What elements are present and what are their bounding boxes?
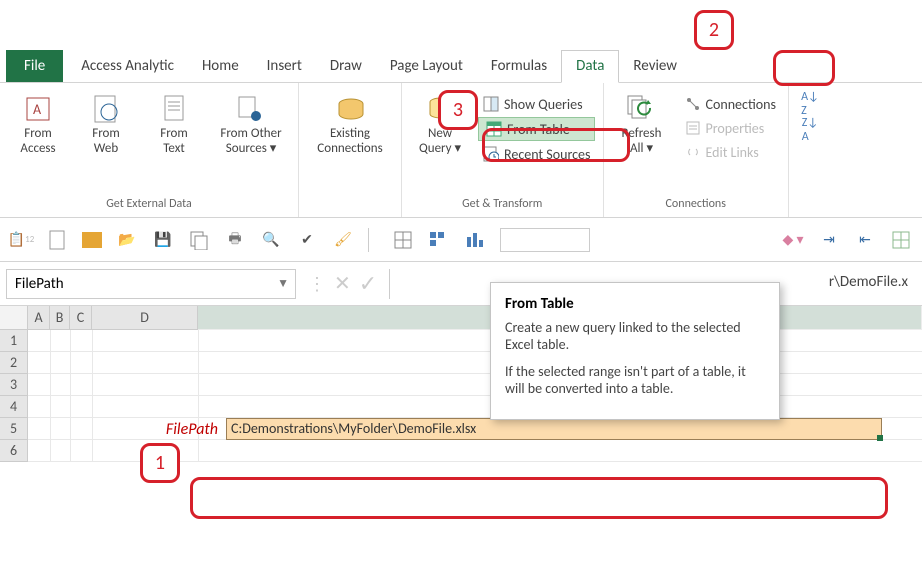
group-label-external-data: Get External Data <box>106 195 192 215</box>
tooltip-line1: Create a new query linked to the selecte… <box>505 319 765 353</box>
from-web-button[interactable]: FromWeb <box>76 91 136 159</box>
existing-connections-button[interactable]: ExistingConnections <box>307 91 393 159</box>
sort-asc-button[interactable]: A↓Z <box>797 93 823 115</box>
access-icon: A <box>22 93 54 125</box>
tab-data[interactable]: Data <box>561 50 619 83</box>
show-queries-button[interactable]: Show Queries <box>478 93 595 115</box>
properties-icon <box>684 119 702 137</box>
sort-asc-icon: A↓Z <box>801 95 819 113</box>
connections-icon <box>684 95 702 113</box>
tooltip-title: From Table <box>505 295 765 313</box>
qat-save-icon[interactable]: 💾 <box>152 229 174 251</box>
callout-1: 1 <box>140 443 180 483</box>
fx-cancel-icon[interactable]: ✕ <box>334 271 351 296</box>
show-queries-icon <box>482 95 500 113</box>
qat-star-icon[interactable] <box>82 232 102 248</box>
from-access-button[interactable]: A FromAccess <box>8 91 68 159</box>
refresh-icon <box>626 93 658 125</box>
qat-outdent-icon[interactable]: ⇤ <box>854 229 876 251</box>
existing-connections-icon <box>334 93 366 125</box>
callout-2: 2 <box>694 10 734 50</box>
tab-formulas[interactable]: Formulas <box>477 51 561 82</box>
from-table-tooltip: From Table Create a new query linked to … <box>490 282 780 420</box>
callout-outline-fromtable <box>482 128 630 162</box>
qat-paste-icon[interactable]: 📋12 <box>10 229 32 251</box>
qat-spell-icon[interactable]: ✔ <box>296 229 318 251</box>
edit-links-button[interactable]: Edit Links <box>680 141 780 163</box>
fx-divider-icon: ⋮ <box>308 273 326 295</box>
row-header-2[interactable]: 2 <box>0 352 28 374</box>
tab-insert[interactable]: Insert <box>253 51 316 82</box>
qat-format-painter-icon[interactable]: 🖌 <box>332 229 354 251</box>
formula-bar-row: FilePath ▼ ⋮ ✕ ✓ r\DemoFile.x <box>0 262 922 306</box>
col-header-b[interactable]: B <box>50 306 70 330</box>
row-header-5[interactable]: 5 <box>0 418 28 440</box>
tab-access-analytic[interactable]: Access Analytic <box>67 51 188 82</box>
tab-draw[interactable]: Draw <box>316 51 376 82</box>
qat-print-icon[interactable]: 🖶 <box>224 229 246 251</box>
connections-button[interactable]: Connections <box>680 93 780 115</box>
other-sources-icon <box>235 93 267 125</box>
qat-copy-icon[interactable] <box>188 229 210 251</box>
edit-links-icon <box>684 143 702 161</box>
properties-button[interactable]: Properties <box>680 117 780 139</box>
row-header-1[interactable]: 1 <box>0 330 28 352</box>
from-other-sources-button[interactable]: From OtherSources ▾ <box>212 91 290 159</box>
group-get-external-data: A FromAccess FromWeb FromText From Other… <box>0 83 299 217</box>
qat-preview-icon[interactable]: 🔍 <box>260 229 282 251</box>
group-sort: A↓Z Z↓A <box>789 83 831 217</box>
group-connections: RefreshAll ▾ Connections Properties Edit… <box>604 83 789 217</box>
tab-file[interactable]: File <box>6 50 63 82</box>
svg-text:A: A <box>33 101 42 118</box>
select-all-corner[interactable] <box>0 306 28 330</box>
filepath-label-cell: FilePath <box>98 420 218 439</box>
from-text-button[interactable]: FromText <box>144 91 204 159</box>
qat-open-icon[interactable]: 📂 <box>116 229 138 251</box>
tooltip-line2: If the selected range isn't part of a ta… <box>505 363 765 397</box>
sort-desc-icon: Z↓A <box>801 121 819 139</box>
qat-eraser-icon[interactable]: ◆ ▾ <box>782 229 804 251</box>
qat-more-icon[interactable] <box>890 229 912 251</box>
col-header-a[interactable]: A <box>28 306 50 330</box>
selected-cell[interactable]: C:Demonstrations\MyFolder\DemoFile.xlsx <box>226 418 882 440</box>
qat-new-icon[interactable] <box>46 229 68 251</box>
tab-review[interactable]: Review <box>619 51 691 82</box>
name-box-dropdown-icon[interactable]: ▼ <box>277 276 289 291</box>
qat-indent-icon[interactable]: ⇥ <box>818 229 840 251</box>
name-box[interactable]: FilePath ▼ <box>6 269 296 299</box>
group-label-get-transform: Get & Transform <box>462 195 542 215</box>
text-icon <box>158 93 190 125</box>
worksheet-grid[interactable]: A B C D 1 2 3 4 5 FilePath C:Demonstrati… <box>0 306 922 462</box>
tab-home[interactable]: Home <box>188 51 253 82</box>
group-existing-connections-wrap: ExistingConnections <box>299 83 402 217</box>
callout-outline-data <box>773 50 835 86</box>
callout-3: 3 <box>438 90 478 130</box>
web-icon <box>90 93 122 125</box>
group-label-connections: Connections <box>666 195 726 215</box>
row-header-3[interactable]: 3 <box>0 374 28 396</box>
col-header-c[interactable]: C <box>70 306 92 330</box>
callout-outline-filepath <box>190 477 888 519</box>
qat-chart1-icon[interactable] <box>428 229 450 251</box>
row-header-6[interactable]: 6 <box>0 440 28 462</box>
col-header-d[interactable]: D <box>92 306 198 330</box>
row-header-4[interactable]: 4 <box>0 396 28 418</box>
qat-chart2-icon[interactable] <box>464 229 486 251</box>
fx-confirm-icon[interactable]: ✓ <box>359 270 377 297</box>
tab-page-layout[interactable]: Page Layout <box>376 51 477 82</box>
qat-table-icon[interactable] <box>392 229 414 251</box>
sort-desc-button[interactable]: Z↓A <box>797 119 823 141</box>
quick-access-toolbar: 📋12 📂 💾 🖶 🔍 ✔ 🖌 ◆ ▾ ⇥ ⇤ <box>0 218 922 262</box>
